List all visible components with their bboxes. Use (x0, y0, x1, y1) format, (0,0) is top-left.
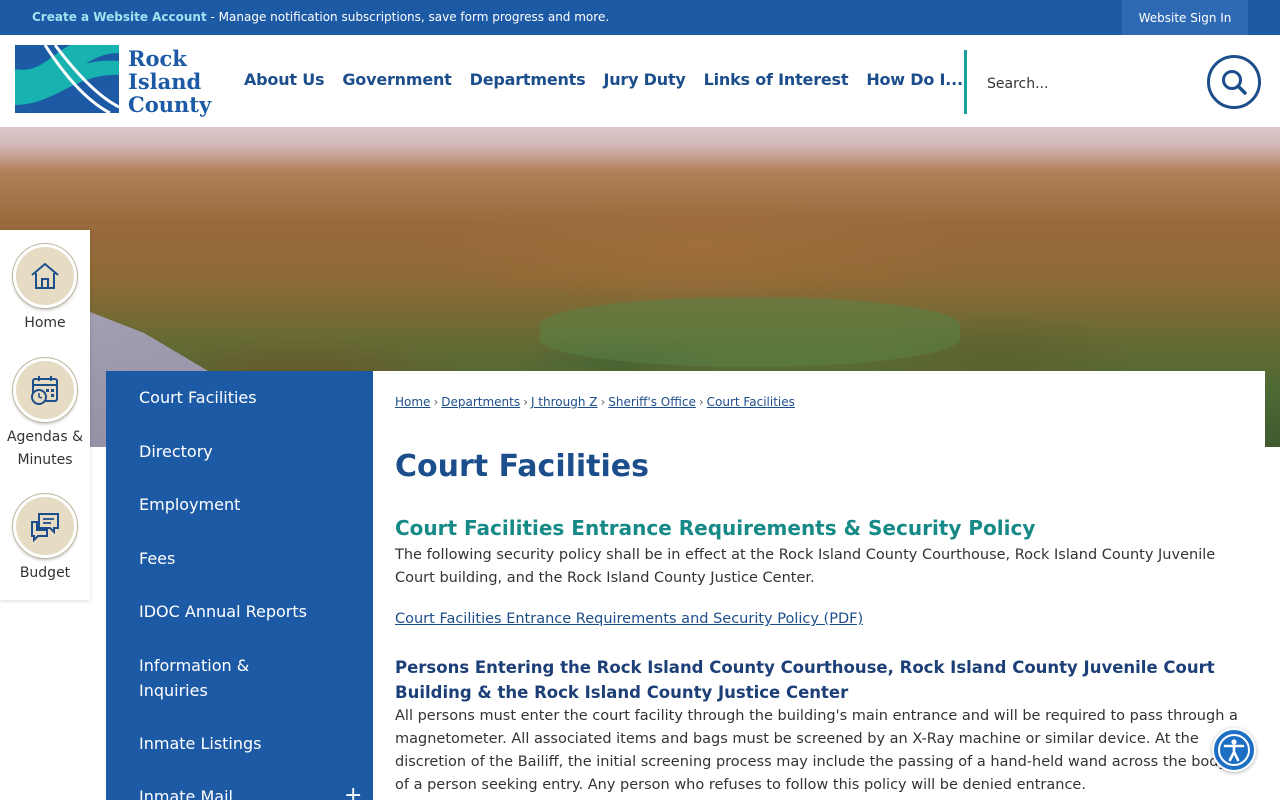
site-header: Rock Island County About Us Government D… (0, 35, 1280, 127)
breadcrumb-separator: › (698, 395, 704, 409)
accessibility-button[interactable] (1212, 728, 1256, 772)
account-message: Create a Website Account - Manage notifi… (32, 10, 609, 24)
expand-toggle-icon[interactable]: + (344, 785, 362, 800)
calendar-clock-icon (31, 376, 58, 405)
page-title: Court Facilities (395, 449, 650, 484)
search-input[interactable] (987, 72, 1187, 96)
breadcrumb-sheriffs-office[interactable]: Sheriff's Office (608, 395, 696, 409)
nav-government[interactable]: Government (342, 70, 451, 89)
breadcrumb-home[interactable]: Home (395, 395, 430, 409)
section-heading: Court Facilities Entrance Requirements &… (395, 516, 1036, 540)
accessibility-icon (1218, 734, 1250, 766)
sidebar-item-directory[interactable]: Directory (139, 439, 359, 464)
quick-link-home[interactable]: Home (0, 244, 90, 335)
main-content: Home › Departments › J through Z › Sheriff's O… (373, 371, 1265, 800)
quick-links-panel: Home Agendas & Minutes Budget (0, 230, 90, 600)
breadcrumb: Home › Departments › J through Z › Sheriff's O… (395, 395, 795, 409)
search-area (964, 50, 1264, 114)
quick-link-label: Budget (19, 565, 71, 581)
nav-how-do-i[interactable]: How Do I... (866, 70, 963, 89)
nav-links-of-interest[interactable]: Links of Interest (704, 70, 849, 89)
sidebar-item-employment[interactable]: Employment (139, 492, 359, 517)
sidebar-item-court-facilities[interactable]: Court Facilities (139, 385, 359, 410)
sidebar-item-fees[interactable]: Fees (139, 546, 359, 571)
breadcrumb-departments[interactable]: Departments (441, 395, 520, 409)
main-nav: About Us Government Departments Jury Dut… (244, 70, 963, 89)
intro-paragraph: The following security policy shall be i… (395, 547, 1216, 586)
website-sign-in-button[interactable]: Website Sign In (1122, 0, 1248, 35)
hero-field (540, 297, 960, 367)
sidebar-item-inmate-mail[interactable]: Inmate Mail (139, 784, 359, 800)
security-policy-pdf-link[interactable]: Court Facilities Entrance Requirements a… (395, 611, 863, 627)
search-icon (1222, 70, 1247, 95)
quick-link-agendas-minutes[interactable]: Agendas & Minutes (0, 358, 90, 472)
logo-mark-icon (15, 45, 119, 113)
home-icon-circle (13, 244, 77, 308)
logo-text: Rock Island County (128, 46, 212, 117)
quick-link-label: Agendas & Minutes (6, 429, 84, 468)
create-account-description: - Manage notification subscriptions, sav… (206, 10, 610, 24)
sidebar-item-idoc-annual-reports[interactable]: IDOC Annual Reports (139, 599, 359, 624)
breadcrumb-separator: › (600, 395, 606, 409)
subheading: Persons Entering the Rock Island County … (395, 658, 1215, 702)
calendar-icon-circle (13, 358, 77, 422)
sidebar-item-inmate-listings[interactable]: Inmate Listings (139, 731, 359, 756)
quick-link-label: Home (24, 315, 66, 331)
breadcrumb-j-through-z[interactable]: J through Z (531, 395, 598, 409)
nav-about-us[interactable]: About Us (244, 70, 325, 89)
breadcrumb-separator: › (433, 395, 439, 409)
quick-link-budget[interactable]: Budget (0, 494, 90, 585)
county-logo[interactable]: Rock Island County (15, 45, 227, 117)
body-paragraph: All persons must enter the court facilit… (395, 708, 1238, 793)
search-button[interactable] (1207, 55, 1261, 109)
section-sidebar-nav: Court Facilities Directory Employment Fe… (106, 371, 373, 800)
breadcrumb-court-facilities[interactable]: Court Facilities (707, 395, 795, 409)
nav-departments[interactable]: Departments (470, 70, 586, 89)
chat-bubbles-icon (31, 513, 59, 543)
nav-jury-duty[interactable]: Jury Duty (603, 70, 685, 89)
breadcrumb-separator: › (523, 395, 528, 409)
budget-icon-circle (13, 494, 77, 558)
create-account-link[interactable]: Create a Website Account (32, 10, 207, 24)
utility-bar: Create a Website Account - Manage notifi… (0, 0, 1280, 35)
home-icon (31, 262, 59, 289)
sidebar-item-information-inquiries[interactable]: Information & Inquiries (139, 653, 289, 703)
